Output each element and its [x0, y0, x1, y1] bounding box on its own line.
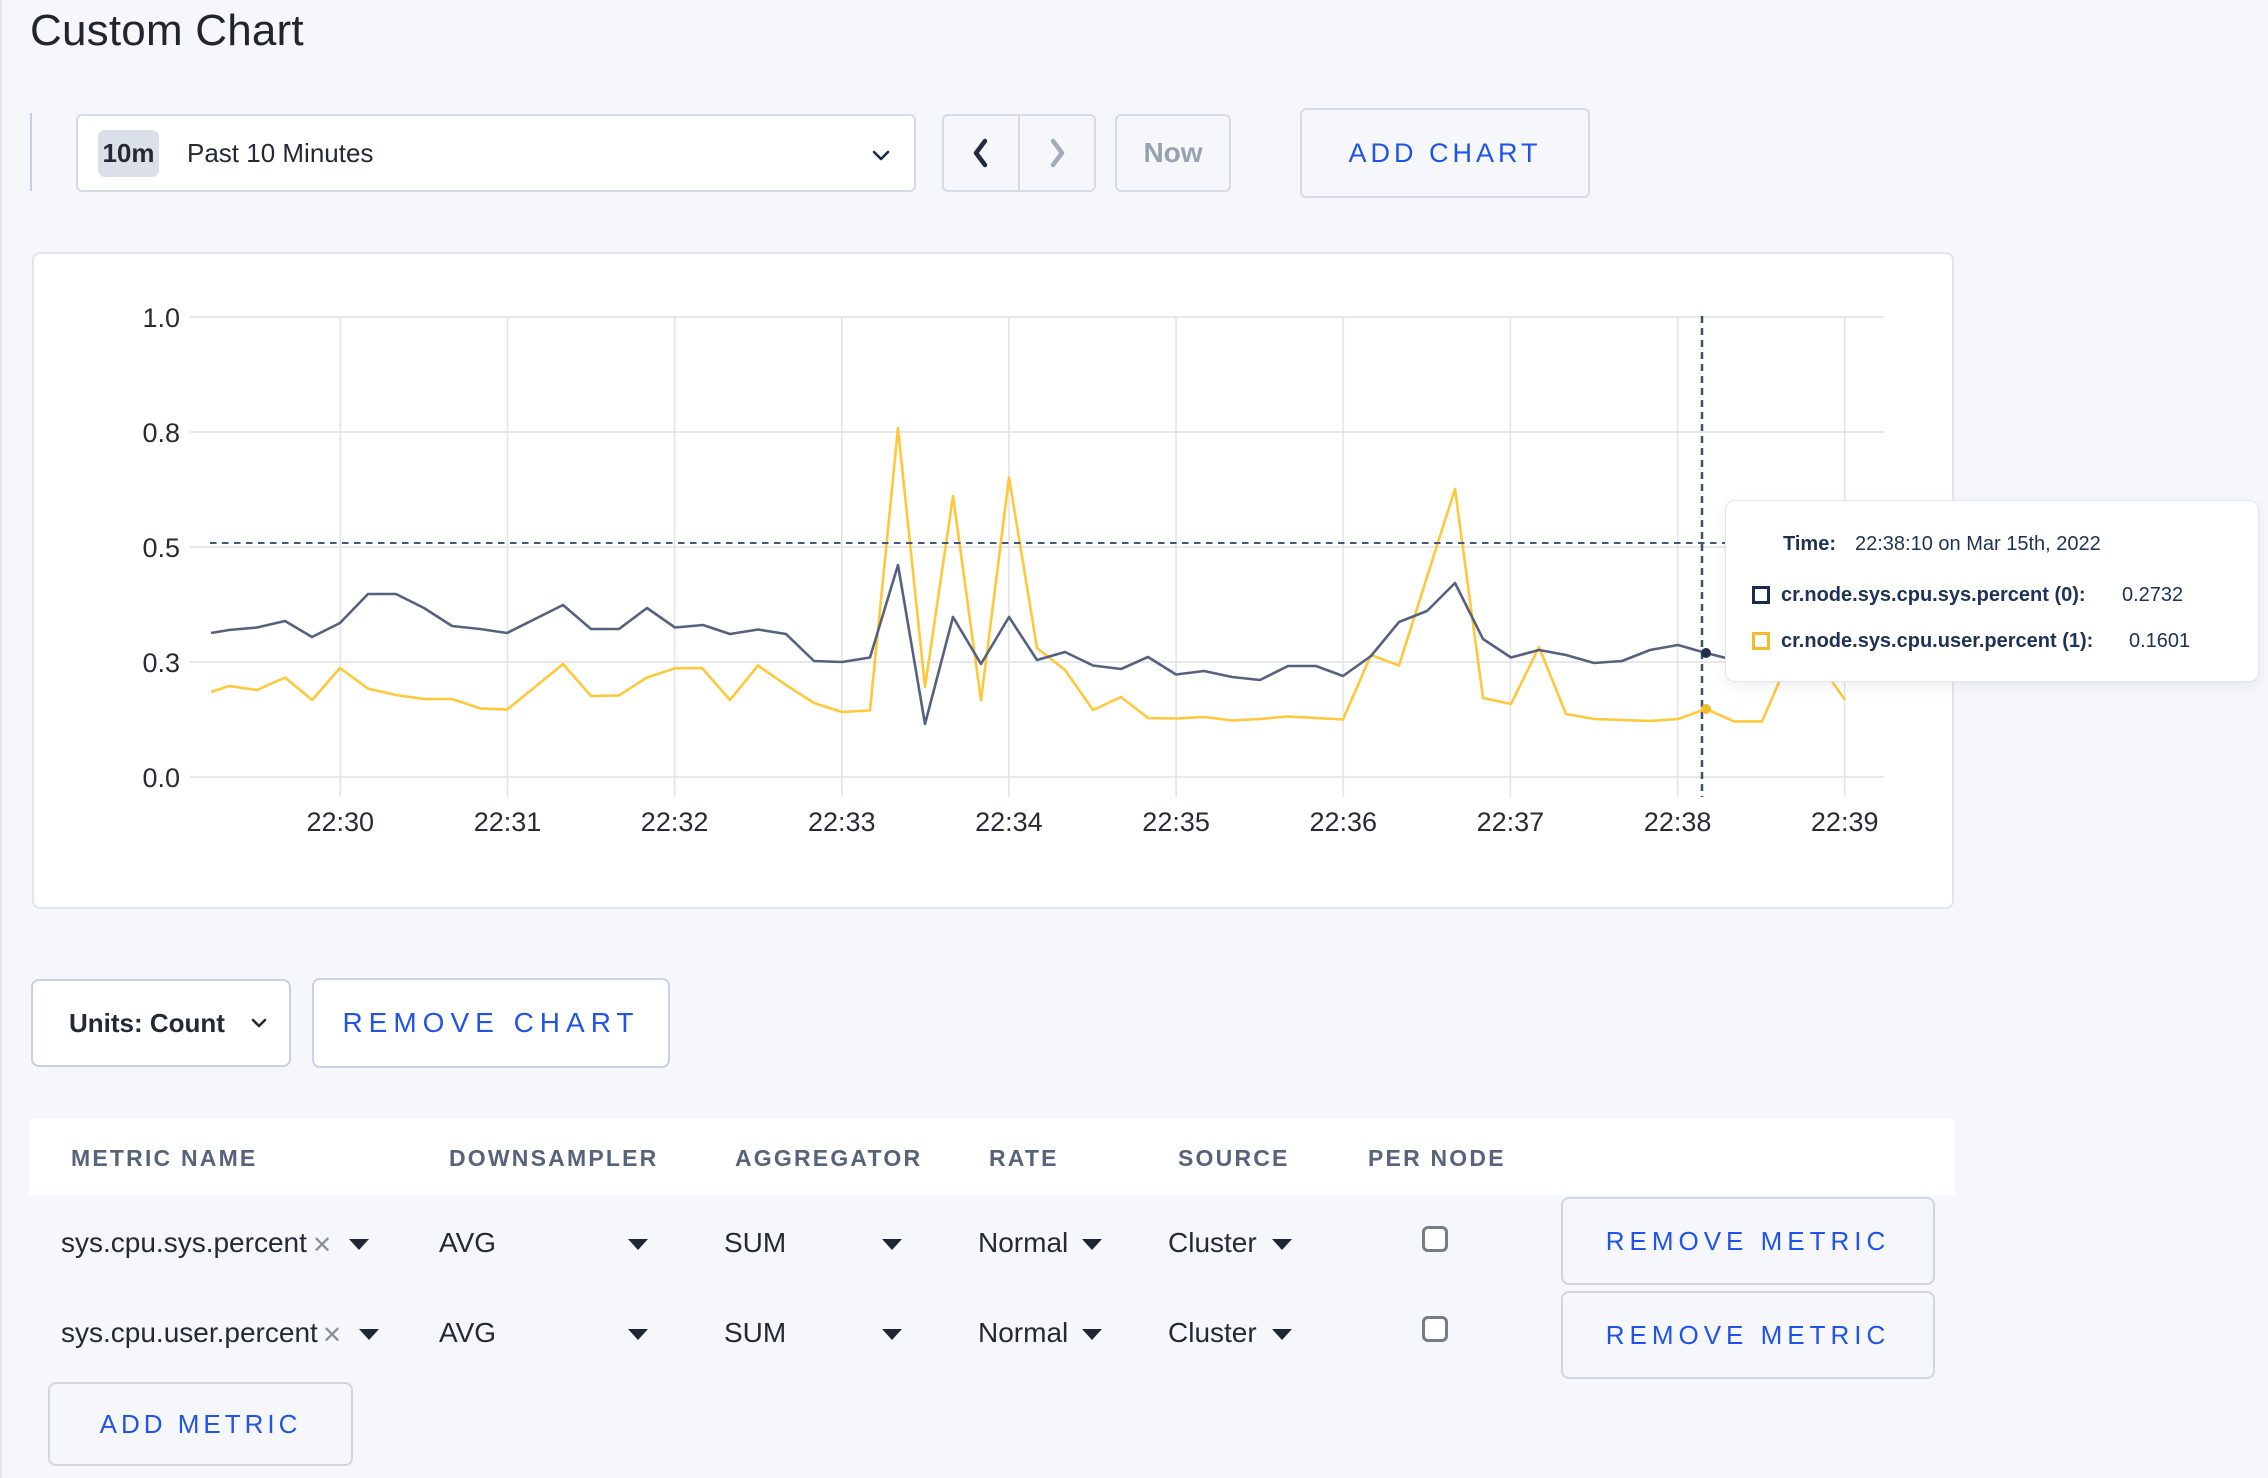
svg-text:22:33: 22:33 — [808, 807, 876, 837]
svg-text:0.8: 0.8 — [142, 418, 180, 448]
svg-text:0.0: 0.0 — [142, 763, 180, 793]
svg-text:22:39: 22:39 — [1811, 807, 1879, 837]
svg-text:0.5: 0.5 — [142, 533, 180, 563]
svg-text:22:34: 22:34 — [975, 807, 1043, 837]
svg-text:22:32: 22:32 — [641, 807, 709, 837]
svg-text:22:38: 22:38 — [1644, 807, 1712, 837]
svg-text:0.3: 0.3 — [142, 648, 180, 678]
svg-text:22:35: 22:35 — [1142, 807, 1210, 837]
svg-text:22:31: 22:31 — [474, 807, 542, 837]
svg-text:22:30: 22:30 — [307, 807, 375, 837]
svg-text:1.0: 1.0 — [142, 303, 180, 333]
svg-text:22:36: 22:36 — [1310, 807, 1378, 837]
svg-text:22:37: 22:37 — [1477, 807, 1545, 837]
